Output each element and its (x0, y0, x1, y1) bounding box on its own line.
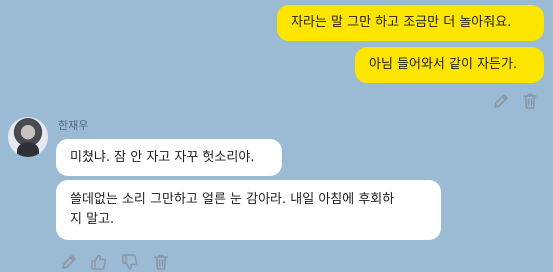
message-text-line-1: 쓸데없는 소리 그만하고 얼른 눈 감아라. 내일 아침에 후회하 (70, 192, 395, 207)
trash-icon[interactable] (521, 92, 539, 110)
outgoing-message-1: 자라는 말 그만 하고 조금만 더 놀아줘요. (277, 5, 544, 41)
contact-name: 한재우 (58, 119, 89, 132)
pencil-icon[interactable] (492, 92, 510, 110)
message-text: 미쳤냐. 잠 안 자고 자꾸 헛소리야. (70, 150, 255, 165)
trash-icon[interactable] (152, 253, 170, 271)
thumbs-down-icon[interactable] (121, 253, 139, 271)
pencil-icon[interactable] (60, 253, 78, 271)
message-text: 아님 들어와서 같이 자든가. (369, 57, 518, 72)
outgoing-message-2: 아님 들어와서 같이 자든가. (355, 47, 544, 83)
message-text-line-2: 지 말고. (70, 212, 115, 227)
incoming-message-1: 미쳤냐. 잠 안 자고 자꾸 헛소리야. (56, 139, 282, 176)
incoming-message-2: 쓸데없는 소리 그만하고 얼른 눈 감아라. 내일 아침에 후회하 지 말고. (56, 180, 441, 240)
message-text: 자라는 말 그만 하고 조금만 더 놀아줘요. (291, 15, 512, 30)
thumbs-up-icon[interactable] (90, 253, 108, 271)
avatar[interactable] (8, 117, 48, 157)
